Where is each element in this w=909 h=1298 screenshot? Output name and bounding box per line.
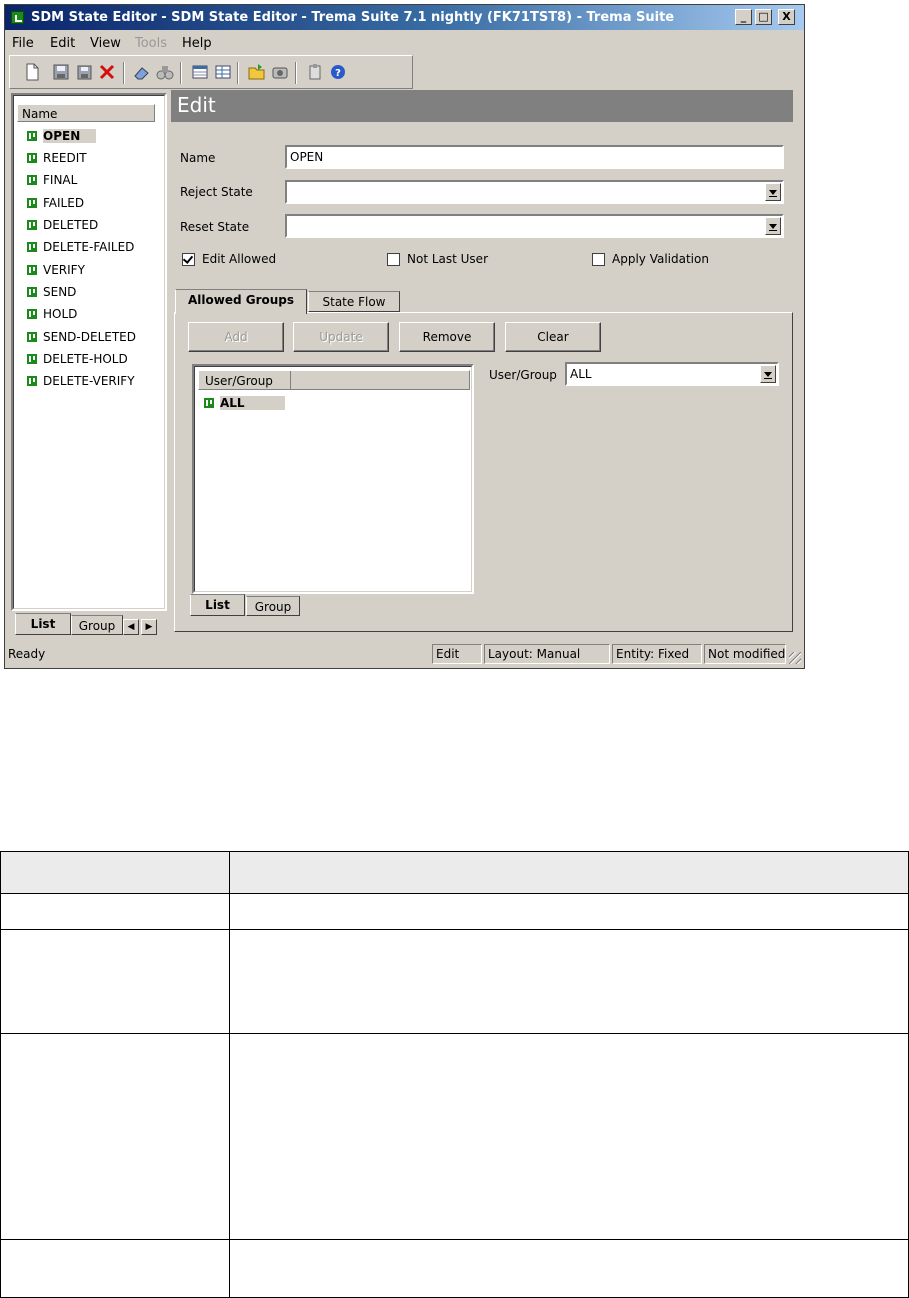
state-icon: [27, 153, 37, 163]
state-icon: [27, 131, 37, 141]
table-header-cell: [229, 851, 909, 894]
save-all-icon[interactable]: [75, 63, 93, 81]
checkbox-box[interactable]: [387, 253, 400, 266]
name-label: Name: [180, 151, 216, 165]
menu-edit[interactable]: Edit: [50, 36, 75, 51]
clear-button[interactable]: Clear: [505, 322, 601, 352]
state-icon: [27, 265, 37, 275]
checkbox-box[interactable]: [182, 253, 195, 266]
scroll-left-button[interactable]: ◀: [123, 619, 139, 635]
state-icon: [27, 242, 37, 252]
menu-help[interactable]: Help: [182, 36, 212, 51]
table-cell: [0, 1033, 230, 1240]
table-cell: [0, 893, 230, 930]
toolbar-separator: [295, 62, 297, 84]
table-row: [0, 1033, 909, 1240]
document-table: [0, 851, 909, 1298]
user-group-column-header[interactable]: User/Group: [198, 370, 470, 390]
checkbox-box[interactable]: [592, 253, 605, 266]
new-icon[interactable]: [23, 63, 41, 81]
user-group-list[interactable]: User/Group ALL: [192, 364, 474, 594]
table-header-row: [0, 851, 909, 894]
state-icon: [27, 332, 37, 342]
open-folder-icon[interactable]: [248, 63, 266, 81]
close-button[interactable]: X: [778, 9, 795, 25]
grid-icon[interactable]: [191, 63, 209, 81]
scroll-right-button[interactable]: ▶: [141, 619, 157, 635]
maximize-button[interactable]: □: [755, 9, 772, 25]
resize-grip[interactable]: [789, 652, 801, 664]
group-icon: [204, 398, 214, 408]
tab-state-flow[interactable]: State Flow: [308, 291, 400, 312]
toolbar-separator: [123, 62, 125, 84]
user-group-label: User/Group: [489, 368, 557, 382]
state-icon: [27, 309, 37, 319]
eraser-icon[interactable]: [133, 63, 151, 81]
state-icon: [27, 175, 37, 185]
delete-icon[interactable]: [98, 63, 116, 81]
list-column-header[interactable]: Name: [17, 104, 155, 122]
menu-bar: File Edit View Tools Help: [5, 31, 804, 53]
tab-group[interactable]: Group: [71, 615, 123, 635]
table-header-cell: [0, 851, 230, 894]
table-row: [0, 929, 909, 1034]
tab-ug-list[interactable]: List: [190, 594, 245, 616]
remove-button[interactable]: Remove: [399, 322, 495, 352]
toolbar: ?: [9, 55, 413, 89]
status-bar: Ready Edit Layout: Manual Entity: Fixed …: [4, 642, 803, 666]
state-icon: [27, 220, 37, 230]
help-icon[interactable]: ?: [329, 63, 347, 81]
menu-view[interactable]: View: [90, 36, 121, 51]
window-title: SDM State Editor - SDM State Editor - Tr…: [31, 10, 675, 25]
state-icon: [27, 198, 37, 208]
save-icon[interactable]: [52, 63, 70, 81]
user-group-value: ALL: [570, 367, 592, 381]
status-entity: Entity: Fixed: [612, 644, 702, 664]
chevron-down-icon[interactable]: [760, 365, 776, 383]
status-mode: Edit: [432, 644, 482, 664]
reset-state-dropdown[interactable]: [285, 214, 784, 238]
tab-ug-group[interactable]: Group: [246, 596, 300, 616]
state-icon: [27, 354, 37, 364]
status-layout: Layout: Manual: [484, 644, 610, 664]
menu-file[interactable]: File: [12, 36, 34, 51]
svg-text:?: ?: [335, 68, 341, 79]
table-row: [0, 893, 909, 930]
user-group-dropdown[interactable]: ALL: [565, 362, 779, 386]
reject-state-label: Reject State: [180, 185, 253, 199]
status-ready: Ready: [8, 647, 46, 661]
reject-state-dropdown[interactable]: [285, 180, 784, 204]
table-cell: [229, 1033, 909, 1240]
tab-list[interactable]: List: [15, 613, 71, 635]
minimize-button[interactable]: _: [735, 9, 752, 25]
chevron-down-icon[interactable]: [765, 217, 781, 235]
reset-state-label: Reset State: [180, 220, 250, 234]
title-bar[interactable]: SDM State Editor - SDM State Editor - Tr…: [5, 5, 804, 30]
clipboard-icon[interactable]: [306, 63, 324, 81]
state-list-panel: Name OPEN REEDIT FINAL FAILED DELETED DE…: [11, 93, 169, 641]
table-cell: [0, 1239, 230, 1298]
find-icon[interactable]: [156, 63, 174, 81]
app-icon: [11, 11, 24, 24]
name-field[interactable]: OPEN: [285, 145, 784, 169]
table-row: [0, 1239, 909, 1298]
table-cell: [229, 893, 909, 930]
menu-tools[interactable]: Tools: [135, 36, 167, 51]
table-cell: [0, 929, 230, 1034]
table-cell: [229, 929, 909, 1034]
tab-allowed-groups[interactable]: Allowed Groups: [175, 289, 307, 314]
edit-heading: Edit: [171, 90, 793, 122]
table-icon[interactable]: [214, 63, 232, 81]
state-list[interactable]: Name OPEN REEDIT FINAL FAILED DELETED DE…: [11, 93, 167, 611]
toolbar-separator: [180, 62, 182, 84]
table-cell: [229, 1239, 909, 1298]
toolbar-separator: [237, 62, 239, 84]
state-icon: [27, 287, 37, 297]
status-modified: Not modified: [704, 644, 786, 664]
chevron-down-icon[interactable]: [765, 183, 781, 201]
state-icon: [27, 376, 37, 386]
camera-icon[interactable]: [271, 63, 289, 81]
add-button[interactable]: Add: [188, 322, 284, 352]
update-button[interactable]: Update: [293, 322, 389, 352]
